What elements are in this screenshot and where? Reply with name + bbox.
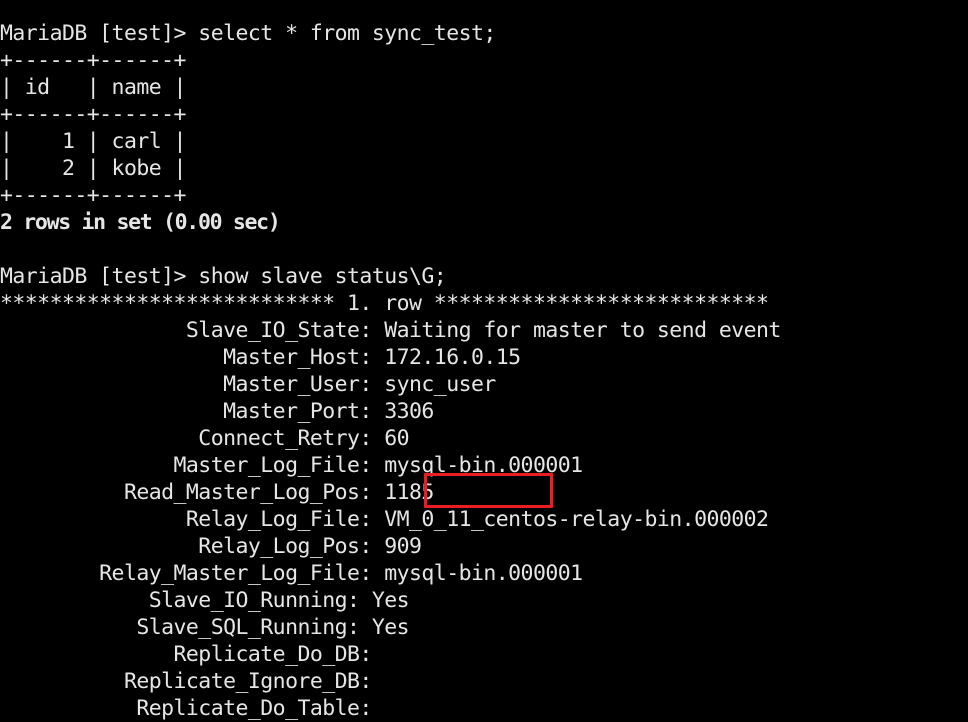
terminal-line-show-slave-command: MariaDB [test]> show slave status\G;: [0, 264, 447, 289]
field-relay-log-file: Relay_Log_File: VM_0_11_centos-relay-bin…: [0, 507, 769, 532]
field-relay-log-pos: Relay_Log_Pos: 909: [0, 534, 422, 559]
field-master-user: Master_User: sync_user: [0, 372, 496, 397]
terminal-line-select-command: MariaDB [test]> select * from sync_test;: [0, 21, 496, 46]
field-replicate-ignore-db: Replicate_Ignore_DB:: [0, 669, 372, 694]
field-slave-io-state: Slave_IO_State: Waiting for master to se…: [0, 318, 781, 343]
result-table-header-separator: +------+------+: [0, 102, 186, 127]
result-table-top-border: +------+------+: [0, 48, 186, 73]
field-replicate-do-table: Replicate_Do_Table:: [0, 696, 372, 721]
field-slave-io-running: Slave_IO_Running: Yes: [0, 588, 410, 613]
field-slave-sql-running: Slave_SQL_Running: Yes: [0, 615, 410, 640]
table-row: | 1 | carl |: [0, 129, 186, 154]
field-master-log-file: Master_Log_File: mysql-bin.000001: [0, 453, 584, 478]
slave-status-row-header: *************************** 1. row *****…: [0, 291, 769, 316]
terminal-window[interactable]: MariaDB [test]> select * from sync_test;…: [0, 0, 968, 722]
field-master-host: Master_Host: 172.16.0.15: [0, 345, 521, 370]
field-replicate-do-db: Replicate_Do_DB:: [0, 642, 373, 667]
field-master-port: Master_Port: 3306: [0, 399, 434, 424]
result-table-header-row: | id | name |: [0, 75, 186, 100]
result-table-bottom-border: +------+------+: [0, 183, 186, 208]
field-read-master-log-pos: Read_Master_Log_Pos: 1185: [0, 480, 434, 505]
table-row: | 2 | kobe |: [0, 156, 186, 181]
result-status-text: 2 rows in set (0.00 sec): [0, 210, 281, 235]
field-relay-master-log-file: Relay_Master_Log_File: mysql-bin.000001: [0, 561, 583, 586]
field-connect-retry: Connect_Retry: 60: [0, 426, 410, 451]
